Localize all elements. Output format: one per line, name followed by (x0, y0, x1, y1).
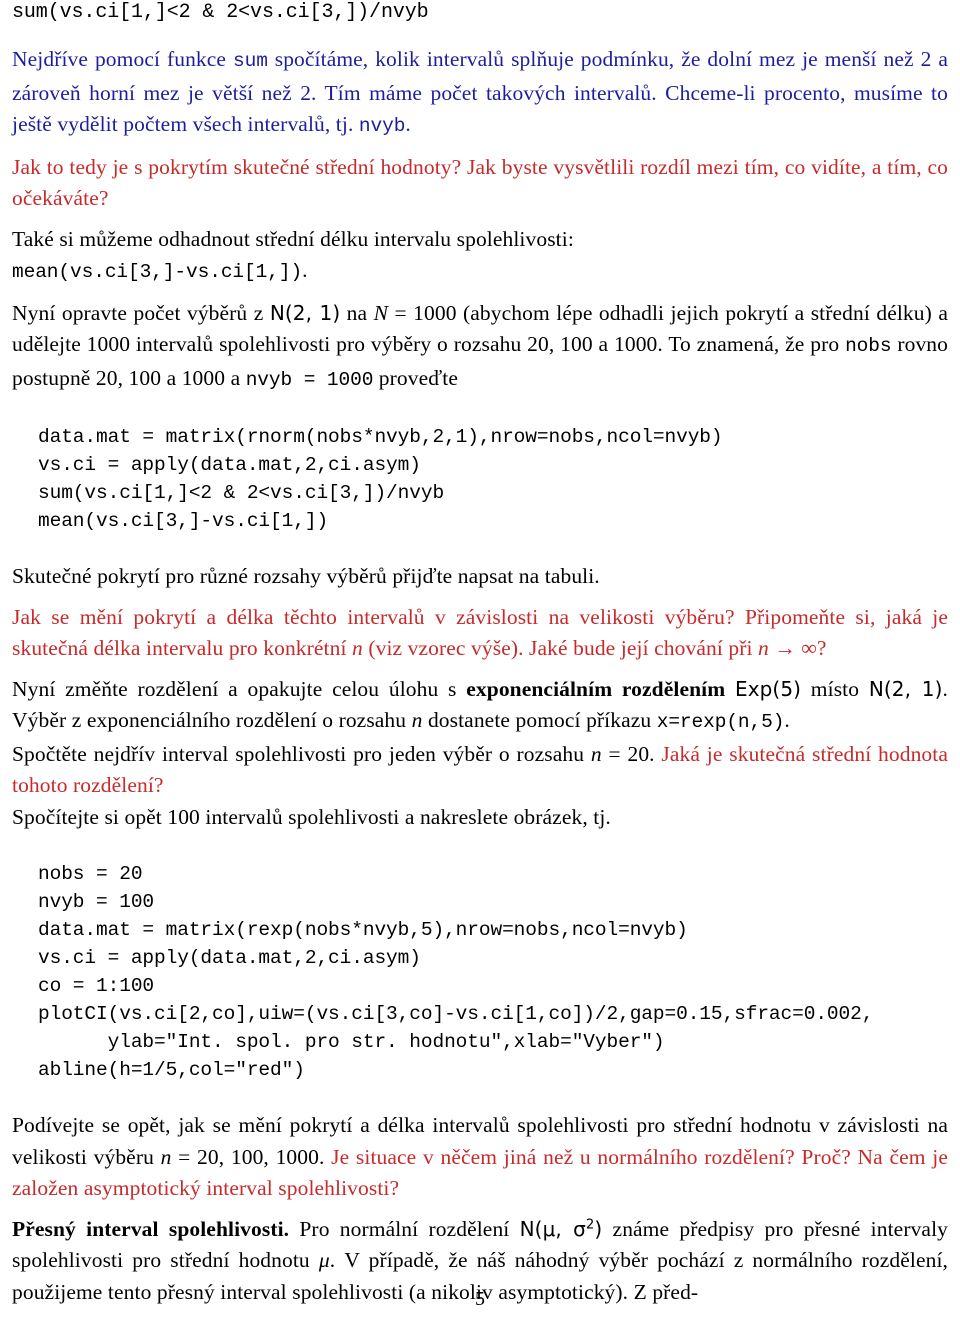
code-line: sum(vs.ci[1,]<2 & 2<vs.ci[3,])/nvyb (38, 482, 445, 504)
p4-inline-code-nvyb: nvyb = 1000 (245, 368, 374, 391)
code-block-normal-simulation: data.mat = matrix(rnorm(nobs*nvyb,2,1),n… (12, 423, 948, 535)
p8-seg1: Spočtěte nejdřív interval spolehlivosti … (12, 741, 591, 766)
code-line: abline(h=1/5,col="red") (38, 1059, 305, 1081)
code-line: nobs = 20 (38, 863, 143, 885)
paragraph-draw-plot: Spočítejte si opět 100 intervalů spolehl… (12, 804, 611, 829)
p1-seg3: . (405, 112, 411, 136)
code-line: plotCI(vs.ci[2,co],uiw=(vs.ci[3,co]-vs.c… (38, 1003, 874, 1025)
p6-seg2: (viz vzorec výše). Jaké bude její chován… (362, 636, 759, 660)
document-page: sum(vs.ci[1,]<2 & 2<vs.ci[3,])/nvyb Nejd… (0, 0, 960, 1325)
p11-bold-heading: Přesný interval spolehlivosti. (12, 1216, 290, 1241)
p6-seg3: ? (816, 636, 827, 660)
paragraph-mean-length-code: mean(vs.ci[3,]-vs.ci[1,]). (12, 255, 948, 289)
code-block-exponential-simulation: nobs = 20 nvyb = 100 data.mat = matrix(r… (12, 860, 948, 1084)
p4-inline-code-nobs: nobs (845, 335, 892, 357)
p8-seg2: = 20. (601, 741, 662, 766)
p7-math-normal: N(2, 1) (868, 676, 943, 701)
p1-inline-code-nvyb: nvyb (358, 115, 406, 137)
p11-math-dist: N(μ, σ2) (520, 1217, 603, 1241)
code-line: vs.ci = apply(data.mat,2,ci.asym) (38, 947, 421, 969)
p4-seg1: Nyní opravte počet výběrů z (12, 300, 270, 325)
paragraph-write-on-board: Skutečné pokrytí pro různé rozsahy výběr… (12, 564, 600, 588)
p7-seg4: dostanete pomocí příkazu (422, 708, 657, 732)
p7-math-exp: Exp(5) (734, 676, 802, 701)
p7-math-n: n (411, 708, 423, 732)
p6-math-n: n (352, 636, 363, 660)
paragraph-mean-length-intro: Také si můžeme odhadnout střední délku i… (12, 224, 948, 256)
code-line: data.mat = matrix(rnorm(nobs*nvyb,2,1),n… (38, 426, 723, 448)
paragraph-first-interval: Spočtěte nejdřív interval spolehlivosti … (12, 739, 948, 802)
p10-seg2: = 20, 100, 1000. (171, 1144, 332, 1169)
p3-line1: Také si můžeme odhadnout střední délku i… (12, 226, 574, 251)
p11-math-dist-main: N(μ, σ (519, 1216, 586, 1241)
p7-seg5: . (784, 708, 790, 732)
p3-inline-code-mean: mean(vs.ci[3,]-vs.ci[1,]) (12, 261, 303, 283)
p7-seg2: místo (801, 676, 869, 701)
paragraph-exponential-task: Nyní změňte rozdělení a opakujte celou ú… (12, 674, 948, 739)
p4-seg5: proveďte (373, 365, 458, 390)
p3-after-code: . (302, 258, 308, 282)
paragraph-question-coverage: Jak to tedy je s pokrytím skutečné střed… (12, 154, 948, 211)
p7-inline-code-rexp: x=rexp(n,5) (656, 711, 785, 733)
code-line: co = 1:100 (38, 975, 155, 997)
p1-inline-code-sum: sum (233, 50, 268, 72)
p1-seg1: Nejdříve pomocí funkce (12, 47, 233, 71)
p4-math-normal-dist: N(2, 1) (269, 300, 341, 325)
page-content: sum(vs.ci[1,]<2 & 2<vs.ci[3,])/nvyb Nejd… (12, 0, 948, 1317)
code-line: ylab="Int. spol. pro str. hodnotu",xlab=… (38, 1031, 665, 1053)
page-number: 5 (475, 1288, 485, 1310)
code-line: vs.ci = apply(data.mat,2,ci.asym) (38, 454, 421, 476)
paragraph-instructions-nvyb: Nyní opravte počet výběrů z N(2, 1) na N… (12, 298, 948, 397)
p8-math-n: n (590, 741, 602, 766)
code-line: data.mat = matrix(rexp(nobs*nvyb,5),nrow… (38, 919, 688, 941)
p11-seg1: Pro normální rozdělení (289, 1216, 520, 1241)
p7-seg1: Nyní změňte rozdělení a opakujte celou ú… (12, 676, 467, 701)
p4-seg2: na (340, 300, 374, 325)
p11-math-mu: μ (318, 1248, 330, 1272)
p10-math-n: n (160, 1144, 172, 1169)
code-line: nvyb = 100 (38, 891, 155, 913)
p4-math-N: N (373, 300, 389, 325)
paragraph-question-length-behavior: Jak se mění pokrytí a délka těchto inter… (12, 602, 948, 665)
p7-bold-exponential: exponenciálním rozdělením (466, 676, 726, 701)
code-line: mean(vs.ci[3,]-vs.ci[1,]) (38, 510, 329, 532)
paragraph-compare-coverage: Podívejte se opět, jak se mění pokrytí a… (12, 1110, 948, 1205)
paragraph-explanation-sum: Nejdříve pomocí funkce sum spočítáme, ko… (12, 44, 948, 143)
top-code-line: sum(vs.ci[1,]<2 & 2<vs.ci[3,])/nvyb (12, 1, 429, 24)
p6-math-limit: n → ∞ (758, 636, 817, 660)
